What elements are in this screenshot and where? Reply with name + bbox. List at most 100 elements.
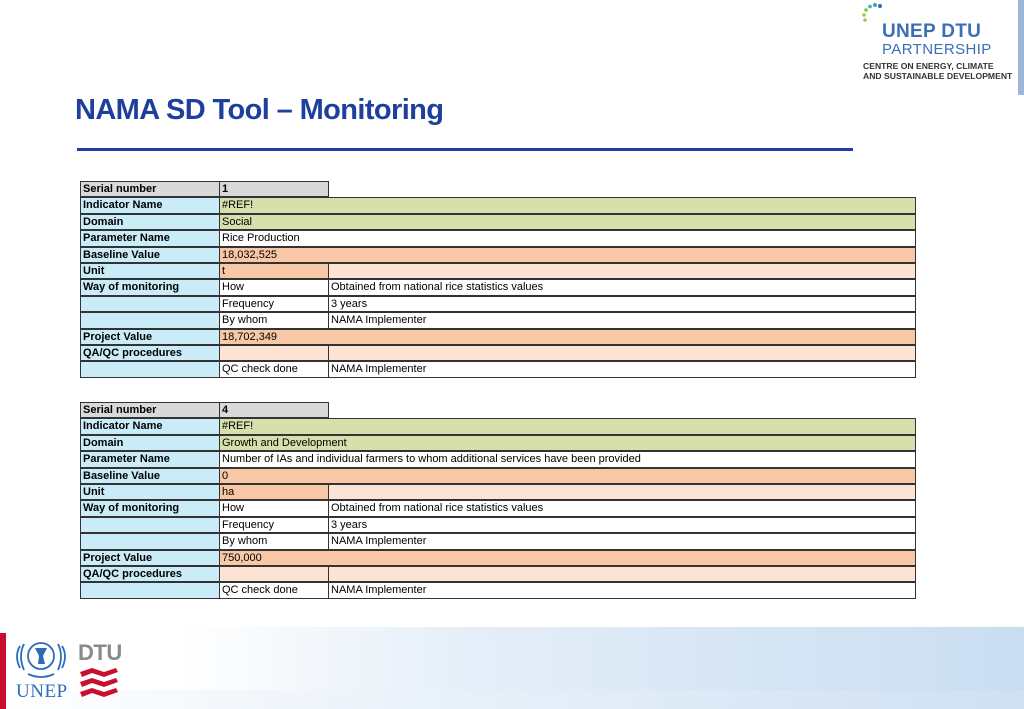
by-whom-value: NAMA Implementer [328, 533, 916, 550]
qaqc-row: QA/QC procedures [80, 565, 916, 583]
by-whom-row: By whom NAMA Implementer [80, 533, 916, 550]
qc-check-value: NAMA Implementer [328, 582, 916, 599]
serial-value: 1 [219, 181, 329, 198]
how-label: How [219, 279, 329, 296]
way-label-blank [80, 312, 220, 329]
domain-value: Growth and Development [219, 434, 916, 452]
baseline-row: Baseline Value 0 [80, 467, 916, 484]
unep-wordmark: UNEP [16, 681, 68, 702]
unit-label: Unit [80, 483, 220, 501]
unep-dtu-partnership-logo: UNEP DTU PARTNERSHIP CENTRE ON ENERGY, C… [862, 2, 1022, 86]
by-whom-value: NAMA Implementer [328, 312, 916, 329]
baseline-value: 18,032,525 [219, 246, 916, 263]
parameter-row: Parameter Name Number of IAs and individ… [80, 451, 916, 468]
qaqc-label: QA/QC procedures [80, 344, 220, 362]
unit-value: ha [219, 483, 329, 501]
how-value: Obtained from national rice statistics v… [328, 500, 916, 517]
project-row: Project Value 18,702,349 [80, 328, 916, 345]
qc-check-value: NAMA Implementer [328, 361, 916, 378]
by-whom-label: By whom [219, 533, 329, 550]
way-label-blank [80, 516, 220, 534]
indicator-value: #REF! [219, 418, 916, 435]
baseline-value: 0 [219, 467, 916, 484]
serial-row: Serial number 4 [80, 402, 916, 419]
way-label: Way of monitoring [80, 500, 220, 517]
frequency-value: 3 years [328, 295, 916, 313]
domain-label: Domain [80, 434, 220, 452]
logo-line-partnership: PARTNERSHIP [882, 41, 992, 58]
baseline-label: Baseline Value [80, 467, 220, 484]
frequency-row: Frequency 3 years [80, 516, 916, 534]
logo-line-unep-dtu: UNEP DTU [882, 21, 982, 42]
way-label-blank [80, 533, 220, 550]
unit-filler [328, 483, 916, 501]
by-whom-label: By whom [219, 312, 329, 329]
logo-line-sustainable: AND SUSTAINABLE DEVELOPMENT [863, 71, 1013, 81]
serial-label: Serial number [80, 402, 220, 419]
footer-red-bar [0, 633, 6, 709]
indicator-value: #REF! [219, 197, 916, 214]
indicator-label: Indicator Name [80, 197, 220, 214]
project-value: 18,702,349 [219, 328, 916, 345]
indicator-row: Indicator Name #REF! [80, 418, 916, 435]
frequency-row: Frequency 3 years [80, 295, 916, 313]
qaqc-filler [328, 565, 916, 583]
way-label: Way of monitoring [80, 279, 220, 296]
qaqc-label-blank [80, 582, 220, 599]
parameter-row: Parameter Name Rice Production [80, 230, 916, 247]
qc-check-row: QC check done NAMA Implementer [80, 361, 916, 378]
unit-value: t [219, 262, 329, 280]
qaqc-label: QA/QC procedures [80, 565, 220, 583]
parameter-label: Parameter Name [80, 230, 220, 247]
indicator-label: Indicator Name [80, 418, 220, 435]
domain-value: Social [219, 213, 916, 231]
frequency-label: Frequency [219, 295, 329, 313]
indicator-table-1: Serial number 1 Indicator Name #REF! Dom… [80, 181, 916, 378]
domain-row: Domain Growth and Development [80, 434, 916, 452]
logo-line-centre: CENTRE ON ENERGY, CLIMATE [863, 61, 994, 71]
baseline-row: Baseline Value 18,032,525 [80, 246, 916, 263]
project-row: Project Value 750,000 [80, 549, 916, 566]
partnership-dots-icon [862, 3, 882, 22]
unep-emblem-icon [16, 642, 66, 678]
dtu-stripes-icon [80, 668, 118, 697]
frequency-value: 3 years [328, 516, 916, 534]
way-label-blank [80, 295, 220, 313]
project-label: Project Value [80, 549, 220, 566]
by-whom-row: By whom NAMA Implementer [80, 312, 916, 329]
indicator-row: Indicator Name #REF! [80, 197, 916, 214]
how-value: Obtained from national rice statistics v… [328, 279, 916, 296]
qaqc-label-blank [80, 361, 220, 378]
parameter-value: Number of IAs and individual farmers to … [219, 451, 916, 468]
qaqc-value [219, 565, 329, 583]
unep-logo: UNEP [12, 634, 74, 704]
qaqc-filler [328, 344, 916, 362]
qc-check-label: QC check done [219, 582, 329, 599]
indicator-table-2: Serial number 4 Indicator Name #REF! Dom… [80, 402, 916, 599]
dtu-wordmark: DTU [78, 640, 122, 665]
how-row: Way of monitoring How Obtained from nati… [80, 279, 916, 296]
parameter-label: Parameter Name [80, 451, 220, 468]
dtu-logo: DTU [78, 640, 122, 702]
serial-label: Serial number [80, 181, 220, 198]
domain-row: Domain Social [80, 213, 916, 231]
parameter-value: Rice Production [219, 230, 916, 247]
frequency-label: Frequency [219, 516, 329, 534]
qaqc-row: QA/QC procedures [80, 344, 916, 362]
footer-gradient-bottom [0, 690, 1024, 709]
qc-check-label: QC check done [219, 361, 329, 378]
unit-row: Unit ha [80, 483, 916, 501]
project-label: Project Value [80, 328, 220, 345]
page-title: NAMA SD Tool – Monitoring [75, 94, 444, 126]
qaqc-value [219, 344, 329, 362]
domain-label: Domain [80, 213, 220, 231]
unit-row: Unit t [80, 262, 916, 280]
serial-row: Serial number 1 [80, 181, 916, 198]
how-label: How [219, 500, 329, 517]
how-row: Way of monitoring How Obtained from nati… [80, 500, 916, 517]
unit-label: Unit [80, 262, 220, 280]
title-underline [77, 148, 853, 151]
project-value: 750,000 [219, 549, 916, 566]
qc-check-row: QC check done NAMA Implementer [80, 582, 916, 599]
unit-filler [328, 262, 916, 280]
